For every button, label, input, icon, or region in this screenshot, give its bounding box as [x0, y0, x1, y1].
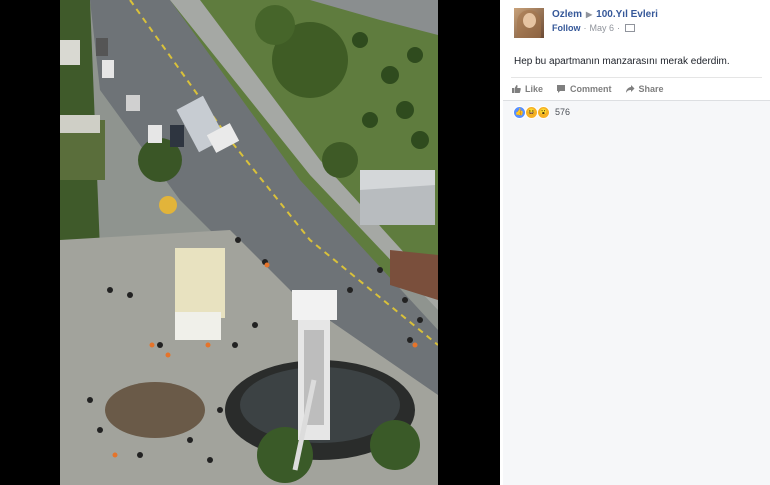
wow-reaction-icon: 😮	[537, 105, 550, 119]
meta-separator-2: ·	[617, 23, 621, 33]
audience-icon[interactable]	[625, 24, 636, 32]
photo-viewer	[0, 0, 500, 485]
post-header: Ozlem ▶ 100.Yıl Evleri Follow · May 6 ·	[503, 0, 770, 44]
post-meta: Follow · May 6 ·	[552, 23, 636, 33]
post-caption: Hep bu apartmanın manzarasını merak eder…	[514, 56, 730, 67]
post-side-panel: Ozlem ▶ 100.Yıl Evleri Follow · May 6 · Hep b…	[503, 0, 770, 485]
like-icon	[512, 85, 521, 93]
photo-theater: Ozlem ▶ 100.Yıl Evleri Follow · May 6 · Hep b…	[0, 0, 770, 485]
like-label: Like	[525, 84, 544, 94]
share-icon	[625, 85, 635, 93]
reaction-count: 576	[555, 107, 571, 117]
comment-icon	[557, 85, 566, 93]
share-label: Share	[638, 84, 664, 94]
reactions-summary[interactable]: 👍 😆 😮 576	[503, 101, 770, 123]
post-actions: Like Comment Share	[511, 77, 762, 100]
follow-button[interactable]: Follow	[552, 23, 581, 33]
page-name-link[interactable]: 100.Yıl Evleri	[596, 9, 658, 20]
post-photo[interactable]	[60, 0, 438, 485]
author-line: Ozlem ▶ 100.Yıl Evleri	[552, 9, 658, 20]
comment-label: Comment	[570, 84, 612, 94]
post-date[interactable]: May 6	[590, 23, 615, 33]
avatar-face	[523, 13, 536, 28]
triangle-right-icon: ▶	[586, 10, 593, 19]
post-card: Ozlem ▶ 100.Yıl Evleri Follow · May 6 · Hep b…	[503, 0, 770, 101]
comment-button[interactable]: Comment	[556, 84, 612, 94]
share-button[interactable]: Share	[625, 84, 664, 94]
meta-separator: ·	[583, 23, 587, 33]
author-avatar[interactable]	[514, 8, 544, 38]
author-name-link[interactable]: Ozlem	[552, 9, 582, 20]
sinkhole-photo	[60, 0, 438, 485]
like-button[interactable]: Like	[511, 84, 543, 94]
